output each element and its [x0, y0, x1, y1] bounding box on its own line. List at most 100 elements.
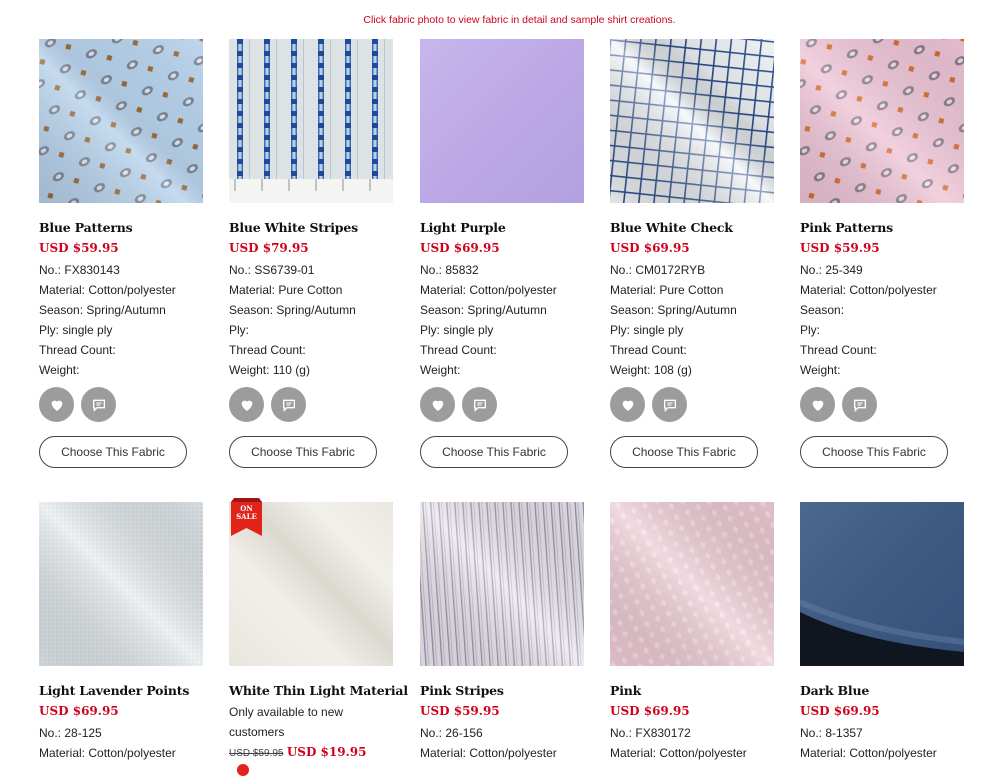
heart-icon — [812, 400, 823, 411]
favorite-button[interactable] — [229, 387, 264, 422]
fabric-material: Material: Cotton/polyester — [39, 746, 176, 760]
fabric-material: Material: Pure Cotton — [610, 283, 724, 297]
sale-price-row: USD $59.95 USD $19.95 — [229, 745, 366, 759]
fabric-thread-count: Thread Count: — [420, 343, 497, 357]
fabric-season: Season: Spring/Autumn — [610, 303, 737, 317]
fabric-thread-count: Thread Count: — [610, 343, 687, 357]
fabric-photo[interactable] — [39, 502, 203, 666]
favorite-button[interactable] — [800, 387, 835, 422]
fabric-name[interactable]: Blue White Check — [610, 220, 733, 235]
fabric-weight: Weight: 110 (g) — [229, 363, 310, 377]
fabric-photo[interactable] — [610, 39, 774, 203]
fabric-number: No.: CM0172RYB — [610, 263, 706, 277]
sale-price: USD $19.95 — [286, 745, 367, 759]
fabric-card: Blue White Stripes USD $79.95 No.: SS673… — [229, 39, 399, 468]
comment-button[interactable] — [81, 387, 116, 422]
fabric-material: Material: Cotton/polyester — [39, 283, 176, 297]
fabric-price: USD $59.95 — [39, 241, 119, 255]
choose-fabric-button[interactable]: Choose This Fabric — [420, 436, 568, 468]
fabric-material: Material: Pure Cotton — [229, 283, 343, 297]
choose-fabric-button[interactable]: Choose This Fabric — [229, 436, 377, 468]
fabric-number: No.: 25-349 — [800, 263, 863, 277]
fabric-weight: Weight: 108 (g) — [610, 363, 692, 377]
chat-bubble-icon — [663, 399, 676, 412]
favorite-button[interactable] — [39, 387, 74, 422]
fabric-season: Season: Spring/Autumn — [229, 303, 356, 317]
fabric-photo[interactable] — [420, 39, 584, 203]
fabric-ply: Ply: single ply — [39, 323, 113, 337]
fabric-card: ON SALE White Thin Light Material Only a… — [229, 498, 408, 776]
fabric-photo[interactable] — [610, 502, 774, 666]
promo-note: Only available to new customers — [229, 705, 344, 739]
fabric-ply: Ply: single ply — [420, 323, 494, 337]
fabric-thread-count: Thread Count: — [39, 343, 116, 357]
fabric-name[interactable]: Light Lavender Points — [39, 683, 189, 698]
fabric-season: Season: Spring/Autumn — [420, 303, 547, 317]
favorite-button[interactable] — [420, 387, 455, 422]
fabric-photo[interactable] — [39, 39, 203, 203]
fabric-price: USD $69.95 — [610, 241, 690, 255]
comment-button[interactable] — [842, 387, 877, 422]
choose-fabric-button[interactable]: Choose This Fabric — [610, 436, 758, 468]
fabric-weight: Weight: — [39, 363, 80, 377]
fabric-name[interactable]: Blue Patterns — [39, 220, 133, 235]
fabric-price: USD $69.95 — [420, 241, 500, 255]
fabric-photo[interactable] — [800, 39, 964, 203]
fabric-price: USD $69.95 — [39, 704, 119, 718]
fabric-number: No.: 8-1357 — [800, 726, 863, 740]
fabric-card: Blue Patterns USD $59.95 No.: FX830143 M… — [39, 39, 209, 468]
fabric-card: Dark Blue USD $69.95 No.: 8-1357 Materia… — [800, 502, 970, 760]
fabric-card: Light Purple USD $69.95 No.: 85832 Mater… — [420, 39, 590, 468]
fabric-ply: Ply: single ply — [610, 323, 684, 337]
heart-icon — [622, 400, 633, 411]
comment-button[interactable] — [271, 387, 306, 422]
comment-button[interactable] — [462, 387, 497, 422]
fabric-weight: Weight: — [420, 363, 461, 377]
fabric-card: Pink USD $69.95 No.: FX830172 Material: … — [610, 502, 780, 760]
fabric-name[interactable]: Pink Stripes — [420, 683, 504, 698]
fabric-name[interactable]: White Thin Light Material — [229, 683, 408, 698]
fabric-number: No.: FX830172 — [610, 726, 691, 740]
fabric-photo[interactable] — [800, 502, 964, 666]
fabric-name[interactable]: Dark Blue — [800, 683, 869, 698]
fabric-number: No.: 28-125 — [39, 726, 102, 740]
fabric-card: Light Lavender Points USD $69.95 No.: 28… — [39, 502, 209, 760]
fabric-photo[interactable]: ON SALE — [229, 498, 393, 666]
chat-bubble-icon — [92, 399, 105, 412]
fabric-price: USD $59.95 — [800, 241, 880, 255]
fabric-weight: Weight: — [800, 363, 841, 377]
original-price: USD $59.95 — [229, 748, 284, 759]
comment-button[interactable] — [652, 387, 687, 422]
fabric-name[interactable]: Light Purple — [420, 220, 506, 235]
choose-fabric-button[interactable]: Choose This Fabric — [39, 436, 187, 468]
fabric-number: No.: 26-156 — [420, 726, 483, 740]
fabric-name[interactable]: Blue White Stripes — [229, 220, 358, 235]
fabric-number: No.: FX830143 — [39, 263, 120, 277]
fabric-material: Material: Cotton/polyester — [800, 746, 937, 760]
fabric-material: Material: Cotton/polyester — [420, 283, 557, 297]
fabric-material: Material: Cotton/polyester — [420, 746, 557, 760]
fabric-material: Material: Cotton/polyester — [610, 746, 747, 760]
fabric-photo[interactable] — [420, 502, 584, 666]
fabric-number: No.: 85832 — [420, 263, 479, 277]
fabric-photo[interactable] — [229, 39, 393, 203]
fabric-name[interactable]: Pink — [610, 683, 641, 698]
fabric-ply: Ply: — [229, 323, 250, 337]
fabric-season: Season: — [800, 303, 845, 317]
choose-fabric-button[interactable]: Choose This Fabric — [800, 436, 948, 468]
fabric-price: USD $59.95 — [420, 704, 500, 718]
fabric-thread-count: Thread Count: — [800, 343, 877, 357]
fabric-price: USD $69.95 — [800, 704, 880, 718]
chat-bubble-icon — [282, 399, 295, 412]
instruction-hint: Click fabric photo to view fabric in det… — [363, 14, 676, 26]
on-sale-label: ON SALE — [236, 504, 257, 521]
heart-icon — [432, 400, 443, 411]
fabric-card: Pink Patterns USD $59.95 No.: 25-349 Mat… — [800, 39, 970, 468]
fabric-name[interactable]: Pink Patterns — [800, 220, 893, 235]
fabric-price: USD $79.95 — [229, 241, 309, 255]
favorite-button[interactable] — [610, 387, 645, 422]
heart-icon — [241, 400, 252, 411]
fabric-material: Material: Cotton/polyester — [800, 283, 937, 297]
chat-bubble-icon — [473, 399, 486, 412]
fabric-card: Pink Stripes USD $59.95 No.: 26-156 Mate… — [420, 502, 590, 760]
